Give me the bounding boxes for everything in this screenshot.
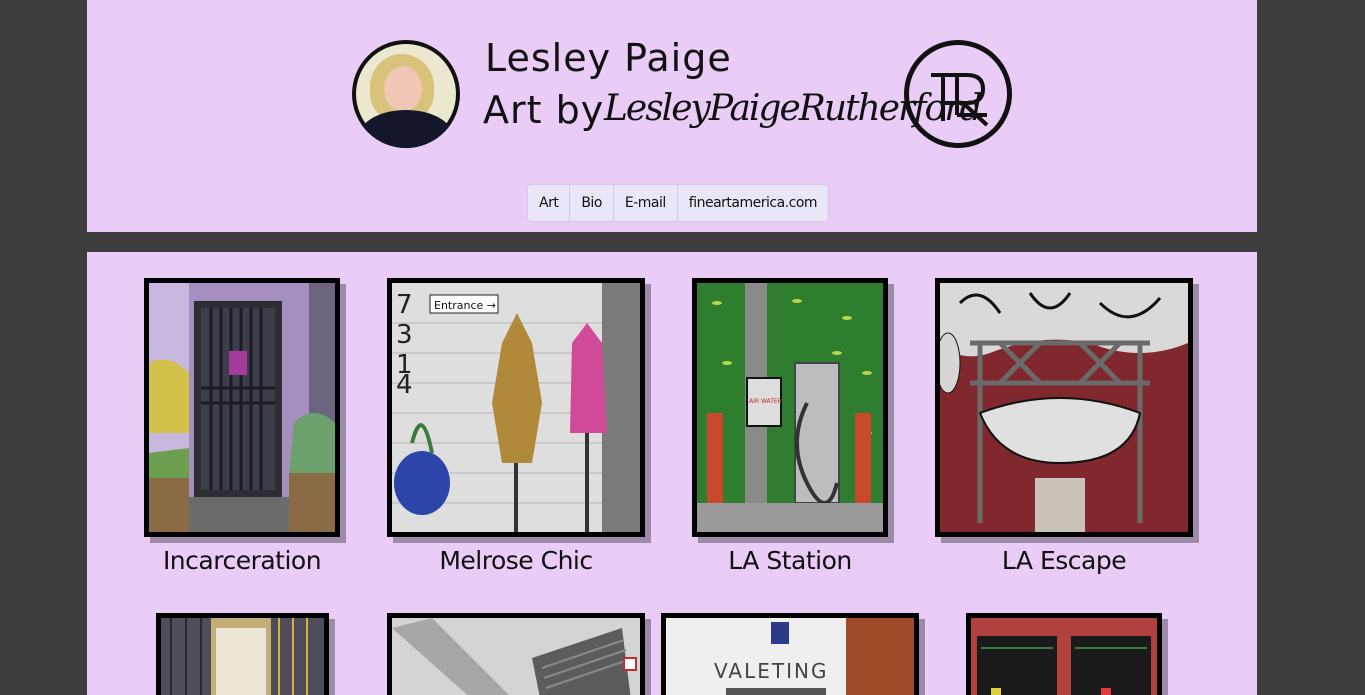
svg-text:7: 7: [396, 290, 413, 320]
nav-email[interactable]: E-mail: [614, 185, 678, 221]
artwork-row2-1[interactable]: [156, 613, 329, 695]
artwork-row2-4[interactable]: [966, 613, 1162, 695]
svg-text:3: 3: [396, 320, 413, 350]
nav-art[interactable]: Art: [528, 185, 571, 221]
artwork-title-melrose-chic: Melrose Chic: [439, 546, 593, 575]
site-title: Lesley Paige: [485, 36, 732, 80]
artwork-title-incarceration: Incarceration: [162, 546, 322, 575]
nav-fineartamerica[interactable]: fineartamerica.com: [678, 185, 828, 221]
tagline-prefix: Art by: [483, 88, 605, 132]
artwork-row2-2[interactable]: [387, 613, 645, 695]
artwork-la-escape[interactable]: [935, 278, 1193, 537]
air-water-sign: AIR WATER: [749, 398, 782, 405]
entrance-sign: Entrance →: [434, 299, 496, 312]
nav-bio[interactable]: Bio: [570, 185, 614, 221]
artwork-title-la-station: LA Station: [728, 546, 852, 575]
valeting-sign: VALETING: [714, 659, 828, 683]
svg-text:4: 4: [396, 370, 413, 400]
artwork-incarceration[interactable]: [144, 278, 340, 537]
artwork-melrose-chic[interactable]: 7 3 1 4 Entrance →: [387, 278, 645, 537]
gallery-panel: Incarceration 7 3 1 4 Entrance → Melrose…: [87, 252, 1257, 695]
monogram-logo: [904, 40, 1012, 148]
artwork-la-station[interactable]: AIR WATER: [692, 278, 888, 537]
avatar: [352, 40, 460, 148]
main-nav: Art Bio E-mail fineartamerica.com: [527, 184, 830, 222]
artwork-row2-3[interactable]: VALETING: [661, 613, 919, 695]
artwork-title-la-escape: LA Escape: [1001, 546, 1127, 575]
